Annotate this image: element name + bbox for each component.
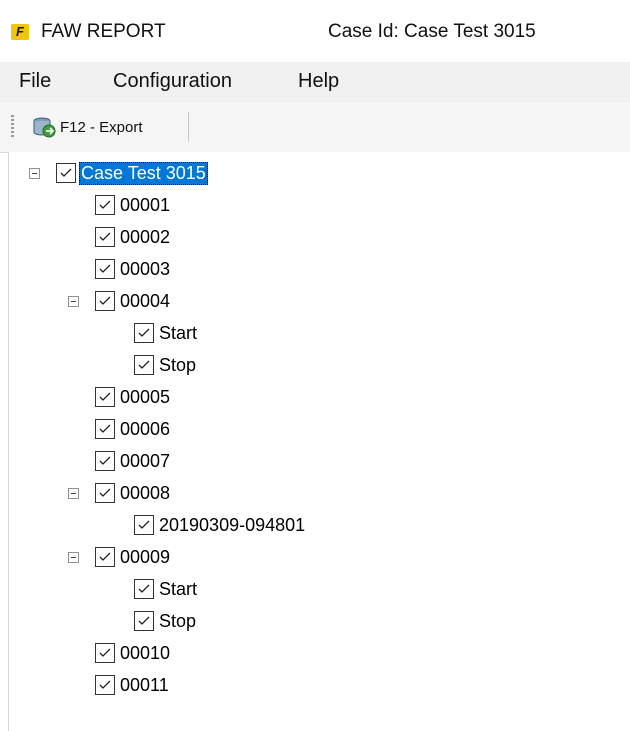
menu-help[interactable]: Help [298, 70, 339, 93]
case-tree[interactable]: Case Test 3015 00001 00002 00003 00004 S… [8, 152, 630, 731]
toolbar-grip[interactable] [11, 115, 14, 137]
tree-node[interactable]: Start [134, 318, 199, 348]
tree-node-label: 00001 [120, 194, 171, 215]
tree-node[interactable]: 00004 [95, 286, 172, 316]
export-icon [33, 117, 56, 138]
tree-node-label: Case Test 3015 [79, 161, 208, 185]
tree-node[interactable]: 00006 [95, 414, 172, 444]
tree-node[interactable]: Stop [134, 350, 198, 380]
tree-node[interactable]: 00001 [95, 190, 172, 220]
tree-node[interactable]: 00007 [95, 446, 172, 476]
export-label: F12 - Export [60, 118, 143, 136]
tree-node[interactable]: 00008 [95, 478, 172, 508]
tree-node-label: 20190309-094801 [159, 514, 306, 535]
checkbox-checked-icon[interactable] [134, 515, 154, 535]
tree-node[interactable]: Start [134, 574, 199, 604]
checkbox-checked-icon[interactable] [95, 195, 115, 215]
checkbox-checked-icon[interactable] [134, 323, 154, 343]
tree-node[interactable]: Stop [134, 606, 198, 636]
tree-node-label: 00005 [120, 386, 171, 407]
menu-bar: File Configuration Help [0, 62, 630, 102]
tree-node-label: Start [159, 322, 198, 343]
tree-node[interactable]: 00002 [95, 222, 172, 252]
menu-configuration[interactable]: Configuration [113, 70, 232, 93]
collapse-icon[interactable] [68, 296, 79, 307]
tree-node-label: 00011 [120, 674, 169, 695]
checkbox-checked-icon[interactable] [134, 579, 154, 599]
app-title: FAW REPORT [41, 21, 166, 42]
tree-node-label: Start [159, 578, 198, 599]
tree-node[interactable]: 20190309-094801 [134, 510, 307, 540]
checkbox-checked-icon[interactable] [95, 259, 115, 279]
tree-node-label: 00008 [120, 482, 171, 503]
tree-node-root[interactable]: Case Test 3015 [56, 158, 208, 188]
tree-node-label: Stop [159, 610, 197, 631]
tree-node[interactable]: 00009 [95, 542, 172, 572]
checkbox-checked-icon[interactable] [95, 483, 115, 503]
checkbox-checked-icon[interactable] [56, 163, 76, 183]
case-id-label: Case Id: Case Test 3015 [328, 21, 536, 42]
toolbar: F12 - Export [0, 102, 630, 153]
export-button[interactable]: F12 - Export [32, 113, 143, 141]
checkbox-checked-icon[interactable] [95, 291, 115, 311]
collapse-icon[interactable] [68, 488, 79, 499]
checkbox-checked-icon[interactable] [95, 227, 115, 247]
collapse-icon[interactable] [68, 552, 79, 563]
tree-node-label: Stop [159, 354, 197, 375]
tree-node[interactable]: 00003 [95, 254, 172, 284]
tree-node-label: 00004 [120, 290, 171, 311]
collapse-icon[interactable] [29, 168, 40, 179]
checkbox-checked-icon[interactable] [95, 387, 115, 407]
checkbox-checked-icon[interactable] [95, 675, 115, 695]
tree-node-label: 00007 [120, 450, 171, 471]
checkbox-checked-icon[interactable] [95, 547, 115, 567]
checkbox-checked-icon[interactable] [95, 643, 115, 663]
checkbox-checked-icon[interactable] [134, 611, 154, 631]
tree-node-label: 00002 [120, 226, 171, 247]
tree-node-label: 00010 [120, 642, 171, 663]
checkbox-checked-icon[interactable] [134, 355, 154, 375]
tree-node[interactable]: 00011 [95, 670, 171, 700]
tree-node[interactable]: 00010 [95, 638, 172, 668]
checkbox-checked-icon[interactable] [95, 451, 115, 471]
tree-node-label: 00006 [120, 418, 171, 439]
tree-node-label: 00003 [120, 258, 171, 279]
toolbar-separator [188, 112, 189, 142]
title-bar: F FAW REPORT Case Id: Case Test 3015 [0, 0, 630, 62]
app-logo-icon: F [11, 24, 29, 40]
menu-file[interactable]: File [19, 70, 51, 93]
tree-node[interactable]: 00005 [95, 382, 172, 412]
tree-node-label: 00009 [120, 546, 171, 567]
checkbox-checked-icon[interactable] [95, 419, 115, 439]
